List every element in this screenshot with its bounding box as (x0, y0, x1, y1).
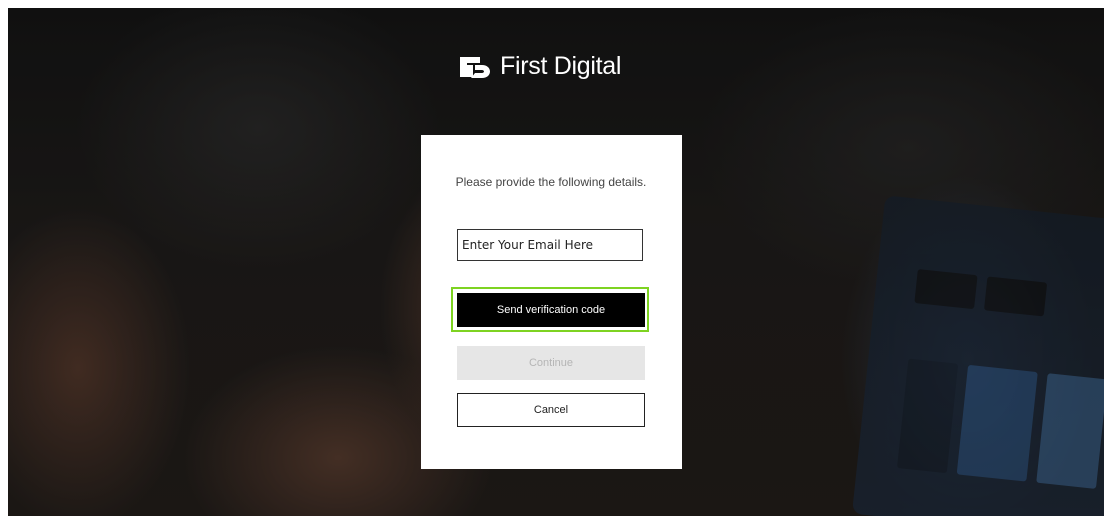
cancel-button[interactable]: Cancel (457, 393, 645, 427)
email-input[interactable] (457, 229, 643, 261)
page-frame: First Digital Please provide the followi… (8, 8, 1104, 516)
verification-card: Please provide the following details. Se… (421, 135, 682, 469)
brand-name: First Digital (500, 52, 622, 80)
send-verification-code-button[interactable]: Send verification code (457, 293, 645, 327)
first-digital-logo-icon (460, 56, 490, 78)
instructions-text: Please provide the following details. (455, 175, 647, 189)
brand-logo: First Digital (458, 52, 621, 81)
continue-button[interactable]: Continue (457, 346, 645, 380)
